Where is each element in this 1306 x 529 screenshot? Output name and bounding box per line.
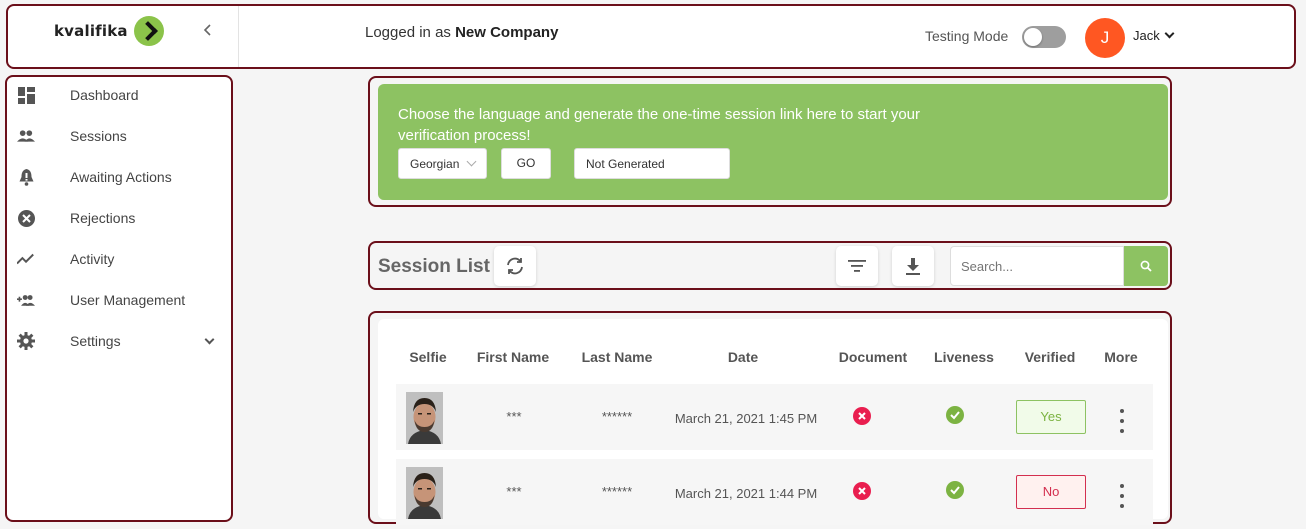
sidebar-item-label: User Management <box>70 292 186 308</box>
avatar[interactable]: J <box>1085 18 1125 58</box>
selfie-thumbnail[interactable] <box>406 392 443 444</box>
logo-mark-icon <box>133 16 164 46</box>
date-cell: March 21, 2021 1:45 PM <box>674 411 818 426</box>
company-name: New Company <box>455 24 559 41</box>
chevron-down-icon <box>1164 28 1175 39</box>
sidebar: Dashboard Sessions Awaiting Actions Reje… <box>5 75 233 522</box>
session-list-title: Session List <box>378 256 490 277</box>
table-row[interactable]: *** ****** March 21, 2021 1:45 PM Yes <box>396 384 1153 450</box>
sidebar-item-label: Sessions <box>70 128 127 144</box>
refresh-icon <box>507 257 523 275</box>
verified-no-badge: No <box>1016 475 1086 509</box>
search-button[interactable] <box>1124 246 1168 286</box>
sidebar-item-rejections[interactable]: Rejections <box>7 202 231 234</box>
chevron-left-icon <box>203 24 211 36</box>
sidebar-item-activity[interactable]: Activity <box>7 243 231 275</box>
last-name-cell: ****** <box>601 409 633 424</box>
link-generator-instructions: Choose the language and generate the one… <box>398 106 920 144</box>
sidebar-item-label: Dashboard <box>70 87 139 103</box>
column-header-verified[interactable]: Verified <box>1012 349 1088 365</box>
people-icon <box>17 127 35 145</box>
column-header-last-name[interactable]: Last Name <box>572 349 662 365</box>
column-header-first-name[interactable]: First Name <box>468 349 558 365</box>
last-name-cell: ****** <box>601 484 633 499</box>
user-menu[interactable]: Jack <box>1133 28 1175 43</box>
session-link-field[interactable]: Not Generated <box>574 148 730 179</box>
link-generator-panel: Choose the language and generate the one… <box>368 76 1172 207</box>
download-icon <box>906 257 920 275</box>
toggle-knob <box>1024 28 1042 46</box>
user-name: Jack <box>1133 28 1160 43</box>
sidebar-item-settings[interactable]: Settings <box>7 325 231 357</box>
document-fail-icon <box>853 407 871 425</box>
sidebar-item-sessions[interactable]: Sessions <box>7 120 231 152</box>
language-select[interactable]: Georgian <box>398 148 487 179</box>
logo-text: kvalifika <box>54 22 128 40</box>
logo[interactable]: kvalifika <box>54 16 164 46</box>
date-cell: March 21, 2021 1:44 PM <box>674 486 818 501</box>
more-options-icon[interactable] <box>1116 484 1128 508</box>
sidebar-item-user-management[interactable]: User Management <box>7 284 231 316</box>
filter-icon <box>848 260 866 272</box>
session-list-header: Session List <box>368 241 1172 290</box>
column-header-date[interactable]: Date <box>688 349 798 365</box>
collapse-sidebar-button[interactable] <box>198 22 218 44</box>
first-name-cell: *** <box>506 409 522 424</box>
sidebar-item-dashboard[interactable]: Dashboard <box>7 79 231 111</box>
liveness-pass-icon <box>946 481 964 499</box>
bell-alert-icon <box>17 168 35 186</box>
refresh-button[interactable] <box>494 246 536 286</box>
chevron-down-icon <box>466 156 477 167</box>
add-user-icon <box>17 291 35 309</box>
sidebar-item-label: Settings <box>70 333 121 349</box>
table-row[interactable]: *** ****** March 21, 2021 1:44 PM No <box>396 459 1153 525</box>
trend-icon <box>17 250 35 268</box>
testing-mode-label: Testing Mode <box>925 28 1009 44</box>
download-button[interactable] <box>892 246 934 286</box>
column-header-document[interactable]: Document <box>828 349 918 365</box>
login-prefix: Logged in as <box>365 24 451 41</box>
face-photo-icon <box>406 467 443 519</box>
search-icon <box>1140 260 1152 272</box>
liveness-pass-icon <box>946 406 964 424</box>
more-options-icon[interactable] <box>1116 409 1128 433</box>
cancel-circle-icon <box>17 209 35 227</box>
sidebar-item-awaiting-actions[interactable]: Awaiting Actions <box>7 161 231 193</box>
link-generator-card: Choose the language and generate the one… <box>378 84 1168 200</box>
session-table-panel: Selfie First Name Last Name Date Documen… <box>368 311 1172 525</box>
login-info: Logged in as New Company <box>365 24 558 41</box>
column-header-liveness[interactable]: Liveness <box>926 349 1002 365</box>
filter-button[interactable] <box>836 246 878 286</box>
go-button[interactable]: GO <box>501 148 551 179</box>
top-bar: kvalifika Logged in as New Company Testi… <box>6 4 1296 69</box>
face-photo-icon <box>406 392 443 444</box>
column-header-more[interactable]: More <box>1096 349 1146 365</box>
document-fail-icon <box>853 482 871 500</box>
column-header-selfie[interactable]: Selfie <box>402 349 454 365</box>
sidebar-item-label: Rejections <box>70 210 136 226</box>
topbar-divider <box>238 6 239 67</box>
verified-yes-badge: Yes <box>1016 400 1086 434</box>
language-select-value: Georgian <box>410 157 460 171</box>
search-input[interactable] <box>950 246 1124 286</box>
session-table: Selfie First Name Last Name Date Documen… <box>378 319 1168 525</box>
dashboard-icon <box>17 86 35 104</box>
selfie-thumbnail[interactable] <box>406 467 443 519</box>
chevron-down-icon <box>204 334 215 345</box>
first-name-cell: *** <box>506 484 522 499</box>
gear-icon <box>17 332 35 350</box>
sidebar-item-label: Activity <box>70 251 115 267</box>
sidebar-item-label: Awaiting Actions <box>70 169 172 185</box>
testing-mode-toggle[interactable] <box>1022 26 1066 48</box>
